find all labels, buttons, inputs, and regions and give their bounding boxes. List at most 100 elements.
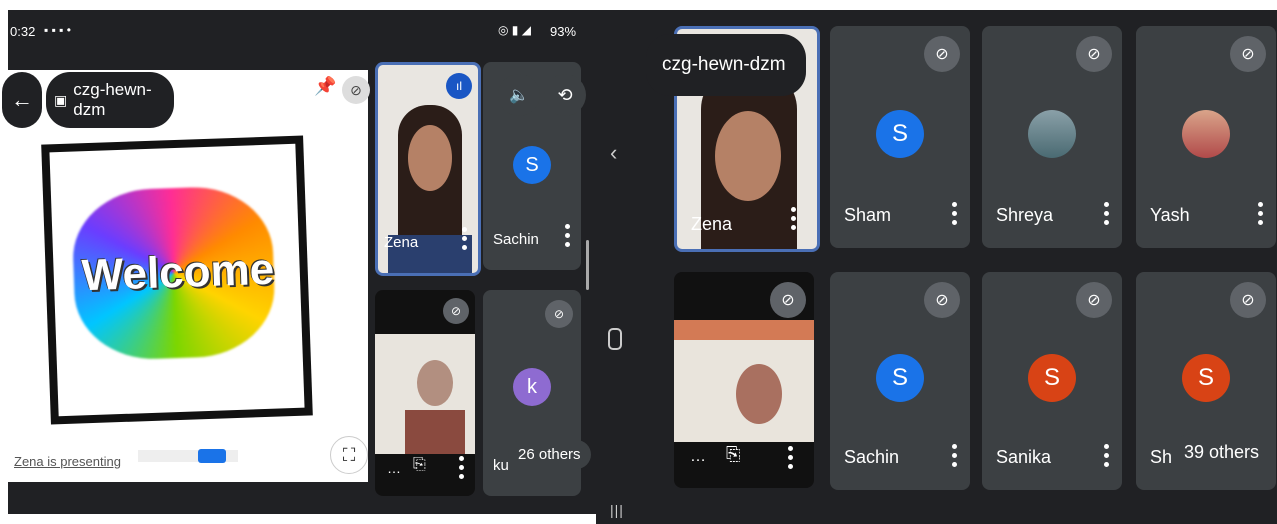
meeting-code-pill[interactable]: czg-hewn-dzm: [646, 34, 806, 96]
participant-face: [715, 111, 781, 201]
camera-flip-button[interactable]: ⟲: [544, 74, 586, 116]
participant-tile-sachin[interactable]: ⊘ S Sachin: [830, 272, 970, 490]
mic-off-icon: ⊘: [1087, 46, 1101, 63]
share-icon[interactable]: ⎘: [413, 456, 426, 474]
nav-recents-icon[interactable]: |||: [610, 502, 624, 518]
participant-name: Zena: [691, 214, 733, 234]
meeting-code: czg-hewn-dzm: [73, 80, 152, 119]
participant-name: ku: [493, 457, 509, 474]
participant-tile-video[interactable]: ⊘ … ⎘: [674, 272, 814, 488]
presentation-mute: ⊘: [342, 76, 370, 104]
back-button[interactable]: ←: [2, 72, 42, 128]
status-time: 0:32: [10, 24, 36, 39]
more-icon[interactable]: …: [690, 448, 706, 466]
mic-off-icon: ⊘: [553, 307, 565, 321]
more-options-icon[interactable]: [791, 207, 797, 233]
participant-tile-zena[interactable]: ıl Zena: [375, 62, 481, 276]
signal-icon: ◎ ▮ ◢: [498, 23, 531, 37]
more-options-icon[interactable]: [459, 456, 465, 482]
fullscreen-button[interactable]: ⛶: [330, 436, 368, 474]
participant-tile-sham[interactable]: ⊘ S Sham: [830, 26, 970, 248]
meeting-code-pill[interactable]: ▣ czg-hewn-dzm: [46, 72, 174, 128]
mic-off-icon: ⊘: [1087, 292, 1101, 309]
others-count-badge[interactable]: 26 others: [508, 440, 591, 469]
mic-off-indicator: ⊘: [1076, 282, 1112, 318]
presentation-area[interactable]: Welcome Zena is presenting ⛶: [8, 70, 368, 482]
mic-off-icon: ⊘: [1241, 292, 1255, 309]
participant-name: Sachin: [844, 447, 900, 467]
nav-home-icon[interactable]: [608, 328, 622, 350]
participant-avatar-photo: [1182, 110, 1230, 158]
participant-name: Sh: [1150, 447, 1173, 467]
mic-off-indicator: ⊘: [1230, 36, 1266, 72]
participant-avatar: S: [876, 354, 924, 402]
participant-shirt: [405, 410, 465, 454]
others-count-badge[interactable]: 39 others: [1172, 434, 1272, 471]
more-options-icon[interactable]: [788, 446, 794, 472]
mic-off-icon: ⊘: [450, 304, 462, 318]
more-options-icon[interactable]: [1104, 202, 1110, 228]
mic-off-indicator: ⊘: [770, 282, 806, 318]
navigation-bar: ‹ |||: [596, 10, 636, 524]
share-icon[interactable]: ⎘: [726, 444, 740, 465]
participant-face: [417, 360, 453, 406]
participant-avatar: k: [513, 368, 551, 406]
participant-tile-video[interactable]: ⊘ … ⎘: [375, 290, 475, 496]
camera-flip-icon: ⟲: [557, 84, 573, 105]
slide-footer-button: [198, 449, 226, 463]
mic-off-icon: ⊘: [935, 46, 949, 63]
scrollbar[interactable]: [586, 240, 589, 290]
speaker-icon: 🔈: [509, 87, 529, 104]
participant-avatar-photo: [1028, 110, 1076, 158]
back-arrow-icon: ←: [11, 87, 33, 112]
speaking-indicator: ıl: [446, 73, 472, 99]
slide-canvas: Welcome: [49, 143, 305, 417]
more-icon[interactable]: …: [387, 460, 401, 476]
meeting-code: czg-hewn-dzm: [662, 54, 786, 75]
mic-off-indicator: ⊘: [1076, 36, 1112, 72]
battery-level: 93%: [550, 24, 577, 39]
mic-off-indicator: ⊘: [1230, 282, 1266, 318]
mic-off-indicator: ⊘: [924, 36, 960, 72]
mic-off-icon: ⊘: [781, 292, 795, 309]
right-call-panel: Zena czg-hewn-dzm ⊘ S Sham ⊘ Shreya ⊘ Ya…: [636, 10, 1277, 524]
slide-welcome-text: Welcome: [80, 244, 275, 301]
notification-icons: ▪ ▪ ▪ •: [44, 23, 71, 37]
participant-window: [674, 320, 814, 340]
participant-avatar: S: [513, 146, 551, 184]
participant-name: Sham: [844, 205, 892, 225]
mic-off-indicator: ⊘: [924, 282, 960, 318]
presenting-label: Zena is presenting: [14, 454, 121, 469]
participant-name: Sachin: [493, 231, 539, 248]
participant-name: Zena: [384, 234, 419, 251]
slide-frame: Welcome: [41, 135, 313, 425]
speaker-button[interactable]: 🔈: [498, 74, 540, 116]
participant-name: Shreya: [996, 205, 1054, 225]
mic-off-icon: ⊘: [935, 292, 949, 309]
participant-name: Yash: [1150, 205, 1190, 225]
more-options-icon[interactable]: [1104, 444, 1110, 470]
nav-back-icon[interactable]: ‹: [610, 140, 617, 166]
calendar-icon: ▣: [54, 91, 68, 108]
left-call-panel: 0:32 ▪ ▪ ▪ • ◎ ▮ ◢ 93% Welcome Zena is p…: [2, 10, 596, 514]
pin-icon[interactable]: 📌: [314, 76, 336, 97]
audio-wave-icon: ıl: [456, 79, 462, 93]
participant-avatar: S: [876, 110, 924, 158]
participant-face: [408, 125, 452, 191]
more-options-icon[interactable]: [952, 444, 958, 470]
fullscreen-icon: ⛶: [342, 444, 356, 465]
participant-name: Sanika: [996, 447, 1052, 467]
mic-off-icon: ⊘: [350, 81, 362, 98]
participant-face: [736, 364, 782, 424]
status-bar: 0:32 ▪ ▪ ▪ • ◎ ▮ ◢ 93%: [8, 10, 596, 50]
mic-off-icon: ⊘: [1241, 46, 1255, 63]
more-options-icon[interactable]: [462, 227, 468, 253]
participant-tile-shreya[interactable]: ⊘ Shreya: [982, 26, 1122, 248]
participant-tile-sanika[interactable]: ⊘ S Sanika: [982, 272, 1122, 490]
more-options-icon[interactable]: [952, 202, 958, 228]
participant-avatar: S: [1028, 354, 1076, 402]
more-options-icon[interactable]: [1258, 202, 1264, 228]
mic-off-indicator: ⊘: [545, 300, 573, 328]
more-options-icon[interactable]: [565, 224, 571, 250]
participant-tile-yash[interactable]: ⊘ Yash: [1136, 26, 1276, 248]
